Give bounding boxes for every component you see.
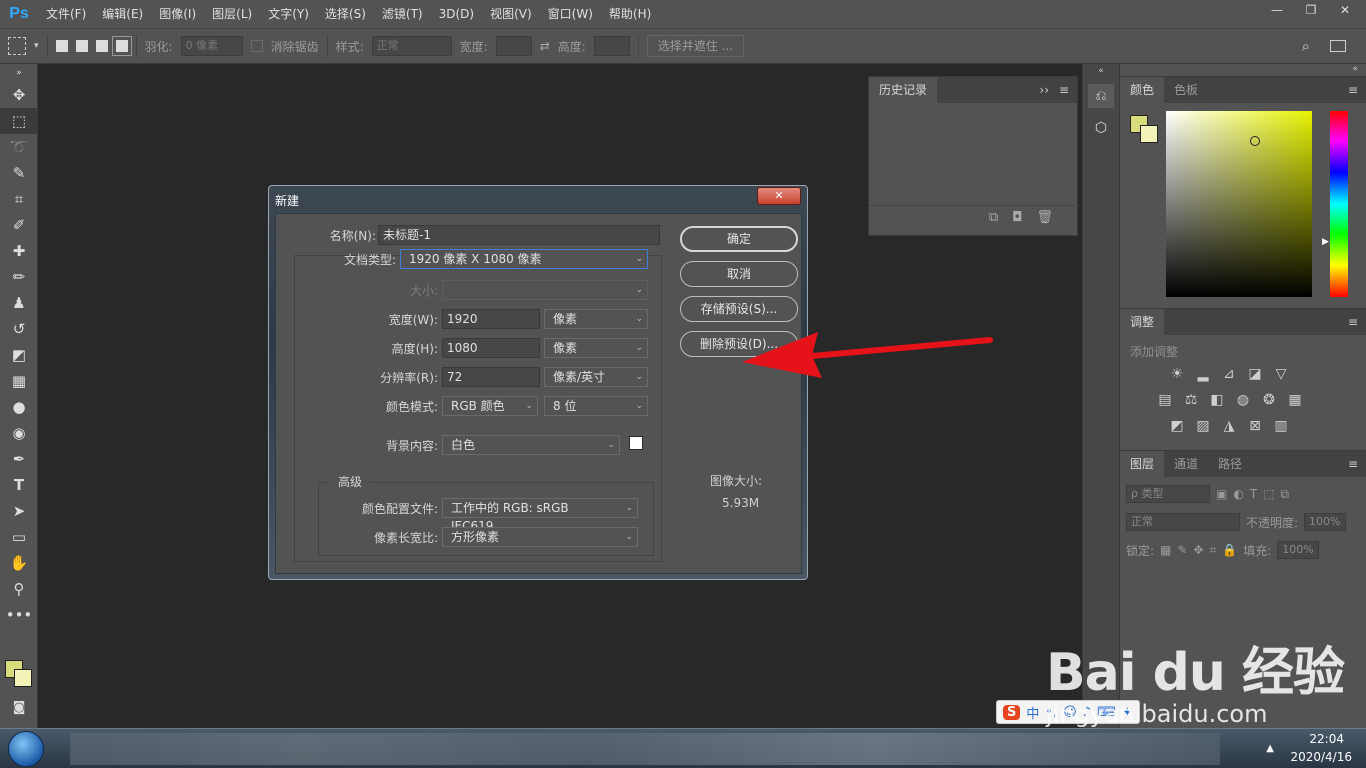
watermark-url: jingyan.baidu.com xyxy=(1046,700,1268,728)
show-hidden-icons-icon[interactable]: ▲ xyxy=(1266,743,1274,754)
sogou-logo-icon[interactable]: S xyxy=(1003,704,1021,720)
windows-taskbar: ▲ 22:04 2020/4/16 xyxy=(0,728,1366,768)
taskbar-apps-blurred xyxy=(70,733,1220,765)
baidu-jingyan-watermark: Bai du 经验 jingyan.baidu.com xyxy=(1046,630,1345,728)
clock-date[interactable]: 2020/4/16 xyxy=(1290,750,1352,764)
ime-mode[interactable]: 中 xyxy=(1026,703,1039,722)
watermark-logo: Bai du 经验 xyxy=(1046,643,1345,703)
start-button[interactable] xyxy=(8,731,44,767)
clock-time[interactable]: 22:04 xyxy=(1309,732,1344,746)
photoshop-window: Ps 文件(F) 编辑(E) 图像(I) 图层(L) 文字(Y) 选择(S) 滤… xyxy=(0,0,1366,768)
